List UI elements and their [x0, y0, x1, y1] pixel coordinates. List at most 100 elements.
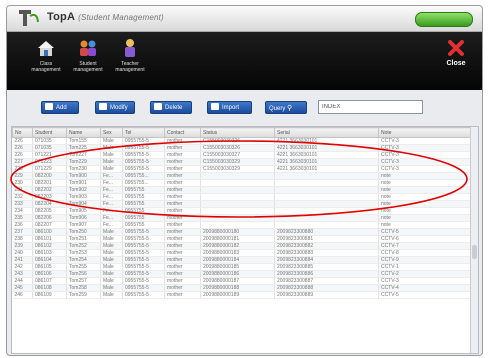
table-cell: 086108 [32, 284, 67, 292]
table-cell: Male [100, 158, 123, 166]
delete-button[interactable]: Delete [150, 101, 192, 114]
column-header[interactable]: Serial [274, 127, 379, 138]
table-cell: CCTV-7 [378, 242, 471, 250]
table-row[interactable]: 230 082201 Tom901 Fe... 0955755... mother note [12, 179, 471, 187]
modify-button[interactable]: Modify [95, 101, 135, 114]
column-header[interactable]: Sex [100, 127, 123, 138]
student-management-label: Student management [73, 61, 103, 73]
table-row[interactable]: 239 086102 Tom252 Male 0955755-5 mother 200988… [12, 242, 471, 250]
table-cell: Tom227 [66, 151, 101, 159]
table-cell: 226 [12, 144, 33, 152]
table-cell: 226 [12, 151, 33, 159]
table-row[interactable]: 236 082207 Tom907 Fe... 0955755 mother note [12, 221, 471, 229]
table-cell: 0955755-5 [122, 291, 165, 299]
table-cell: 2009823300886 [274, 270, 379, 278]
column-header[interactable]: Name [66, 127, 101, 138]
table-row[interactable]: 233 082204 Tom904 Fe... 0955755 mother note [12, 200, 471, 208]
table-cell: 4221 3663030101 [274, 144, 379, 152]
table-cell: 0955755-5 [122, 137, 165, 145]
teacher-management-label: Teacher management [115, 61, 145, 73]
table-cell: 082206 [32, 214, 67, 222]
table-cell: Tom903 [66, 193, 101, 201]
table-cell: Tom229 [66, 158, 101, 166]
class-management-button[interactable]: Class management [27, 38, 65, 82]
column-header[interactable]: Note [378, 127, 471, 138]
table-cell: Male [100, 249, 123, 257]
table-cell: 086107 [32, 277, 67, 285]
table-cell: 0955755 [122, 193, 165, 201]
table-row[interactable]: 226 071035 Tom225 Male 0955755-5 mother C15500… [12, 144, 471, 152]
table-cell: 0955755-5 [122, 242, 165, 250]
table-cell: 238 [12, 235, 33, 243]
table-row[interactable]: 243 086106 Tom256 Male 0955755-5 mother 200988… [12, 270, 471, 278]
table-cell: 082201 [32, 179, 67, 187]
import-icon [211, 103, 219, 111]
table-row[interactable]: 238 086101 Tom251 Male 0955755-5 mother 200988… [12, 235, 471, 243]
table-cell: 0955755-5 [122, 235, 165, 243]
table-cell: 082203 [32, 193, 67, 201]
table-cell: 0955755-5 [122, 151, 165, 159]
table-cell: CCTV-5 [378, 291, 471, 299]
table-row[interactable]: 228 071229 Tom230 Male 0955755-5 mother C15500… [12, 165, 471, 173]
table-row[interactable]: 234 082205 Tom905 Fe... 0955755 mother note [12, 207, 471, 215]
add-button[interactable]: Add [41, 101, 79, 114]
table-cell: CCTV-8 [378, 249, 471, 257]
app-window: TopA (Student Management) Class management… [6, 5, 483, 356]
table-row[interactable]: 226 071035 Tom155 Male 0955755-5 mother C15500… [12, 137, 471, 145]
table-row[interactable]: 242 086105 Tom255 Male 0955755-5 mother 200988… [12, 263, 471, 271]
table-row[interactable]: 245 086108 Tom258 Male 0955755-5 mother 200988… [12, 284, 471, 292]
table-row[interactable]: 244 086107 Tom257 Male 0955755-5 mother 200988… [12, 277, 471, 285]
column-header[interactable]: Student [32, 127, 67, 138]
vertical-scrollbar[interactable] [470, 127, 478, 353]
table-cell: Tom259 [66, 291, 101, 299]
column-header[interactable]: Tel [122, 127, 165, 138]
table-cell [274, 207, 379, 215]
table-row[interactable]: 240 086103 Tom253 Male 0955755-5 mother 200988… [12, 249, 471, 257]
table-cell: 0955755-5 [122, 158, 165, 166]
table-cell: Fe... [100, 172, 123, 180]
table-row[interactable]: 231 082202 Tom902 Fe... 0955755 mother note [12, 186, 471, 194]
query-button[interactable]: Query ⚲ [265, 101, 307, 114]
table-cell: Tom907 [66, 221, 101, 229]
table-cell: 241 [12, 256, 33, 264]
table-row[interactable]: 226 071221 Tom227 Male 0955755-5 mother C15500… [12, 151, 471, 159]
status-pill[interactable] [415, 12, 473, 27]
scrollbar-thumb[interactable] [472, 245, 477, 259]
table-cell: Tom257 [66, 277, 101, 285]
table-cell: Tom905 [66, 207, 101, 215]
table-cell: 243 [12, 270, 33, 278]
table-row[interactable]: 237 086100 Tom250 Male 0955755-5 mother 200988… [12, 228, 471, 236]
teacher-management-button[interactable]: Teacher management [111, 38, 149, 82]
table-row[interactable]: 229 082200 Tom900 Fe... 0955755... mother note [12, 172, 471, 180]
table-cell: Tom253 [66, 249, 101, 257]
table-cell: 235 [12, 214, 33, 222]
table-cell: Male [100, 151, 123, 159]
table-row[interactable]: 232 082203 Tom903 Fe... 0955755 mother note [12, 193, 471, 201]
close-label: Close [446, 60, 466, 67]
table-row[interactable]: 227 071223 Tom229 Male 0955755-5 mother C15500… [12, 158, 471, 166]
table-cell: 0955755-5 [122, 284, 165, 292]
table-cell: CCTV-3 [378, 277, 471, 285]
table-cell: 082200 [32, 172, 67, 180]
search-input[interactable] [318, 100, 423, 114]
table-cell: 0955755-5 [122, 277, 165, 285]
student-management-button[interactable]: Student management [69, 38, 107, 82]
table-cell [200, 172, 275, 180]
table-cell: note [378, 207, 471, 215]
column-header[interactable]: Contact [164, 127, 201, 138]
table-cell [274, 186, 379, 194]
table-cell [200, 221, 275, 229]
table-cell [200, 207, 275, 215]
table-row[interactable]: 241 086104 Tom254 Male 0955755-5 mother 200988… [12, 256, 471, 264]
table-cell: 4221 3663030101 [274, 151, 379, 159]
column-header[interactable]: Status [200, 127, 275, 138]
table-cell: mother [164, 249, 201, 257]
column-header[interactable]: No [12, 127, 33, 138]
table-cell: 2009880000189 [200, 291, 275, 299]
table-cell: Tom251 [66, 235, 101, 243]
close-button[interactable]: Close [437, 38, 475, 82]
table-row[interactable]: 235 082206 Tom906 Fe... 0955755 mother note [12, 214, 471, 222]
table-cell: 071229 [32, 165, 67, 173]
import-button[interactable]: Import [207, 101, 252, 114]
table-row[interactable]: 246 086109 Tom259 Male 0955755-5 mother 200988… [12, 291, 471, 299]
